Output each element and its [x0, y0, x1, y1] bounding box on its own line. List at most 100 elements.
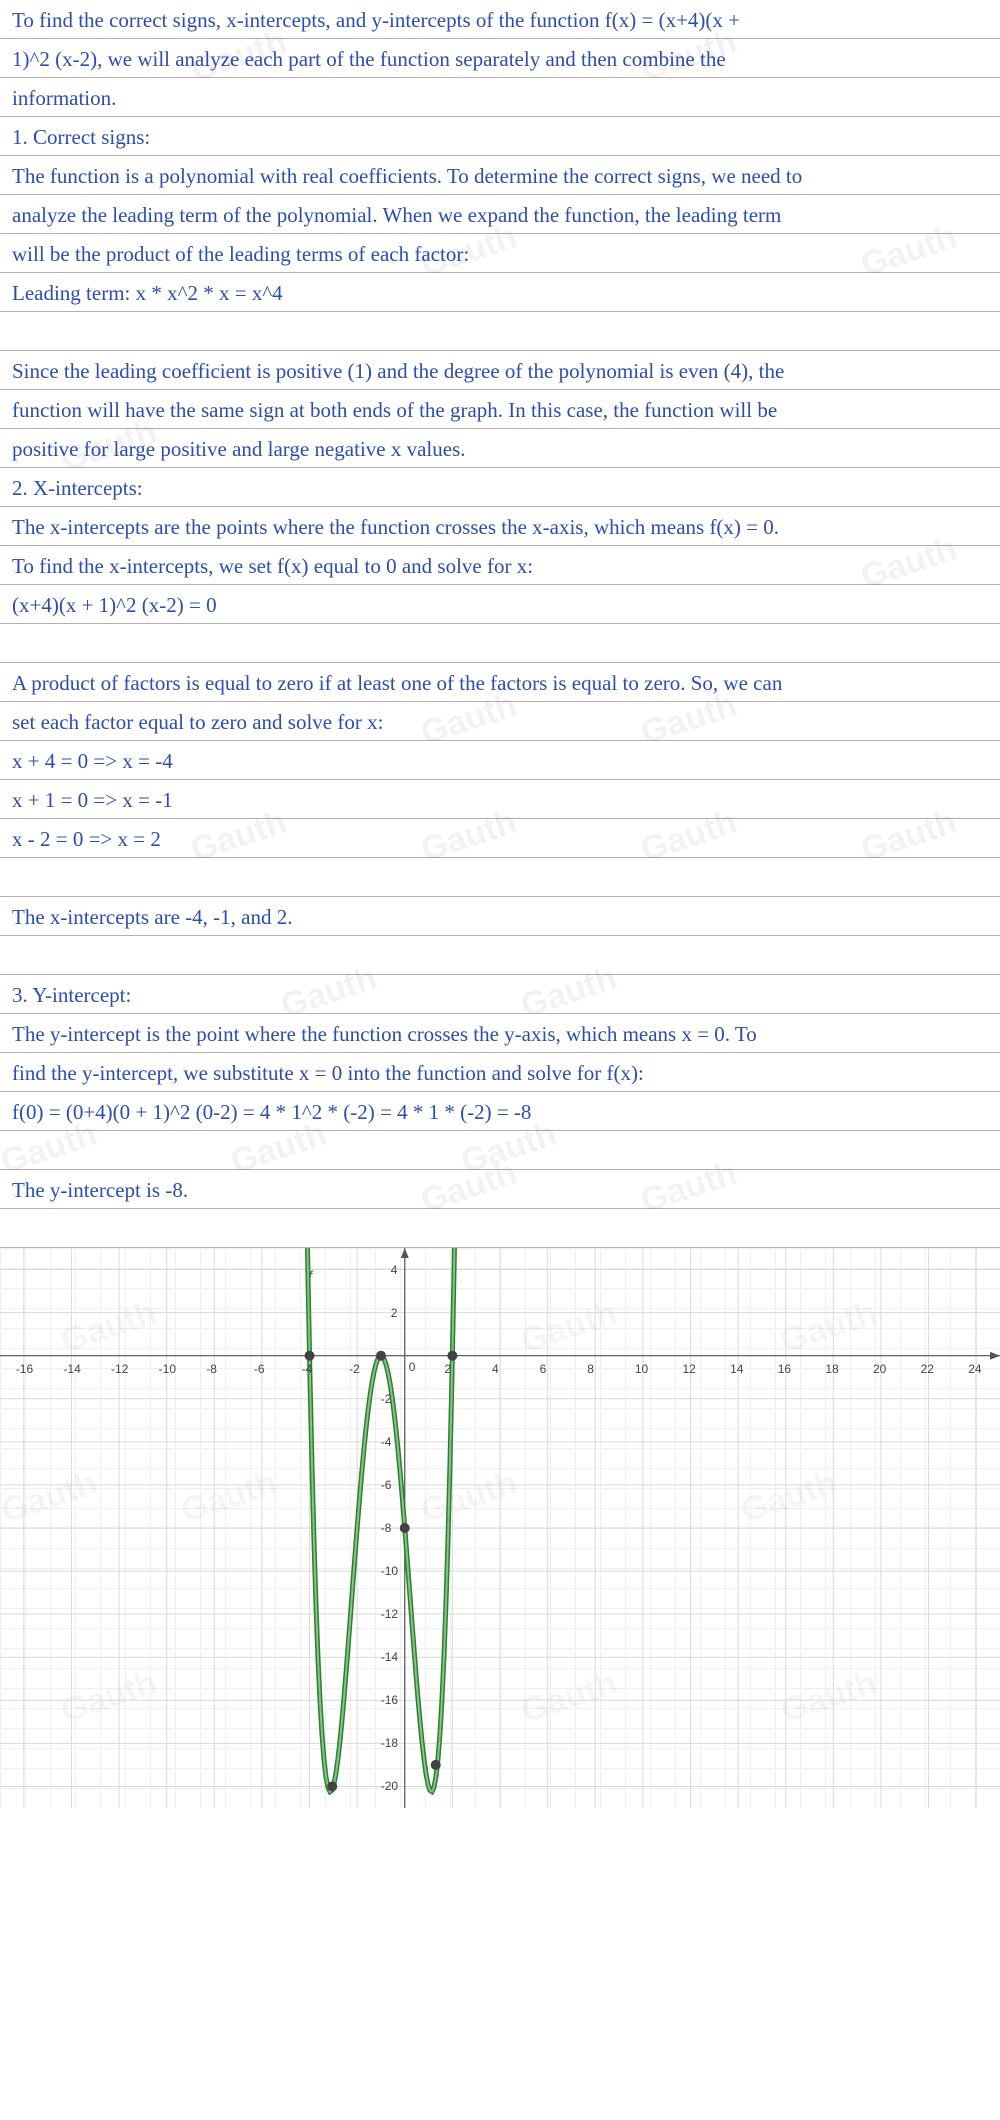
blank-line	[0, 858, 1000, 897]
text-line: The x-intercepts are the points where th…	[0, 507, 1000, 546]
line-text: x + 1 = 0 => x = -1	[12, 788, 173, 812]
text-line: The function is a polynomial with real c…	[0, 156, 1000, 195]
text-line: A product of factors is equal to zero if…	[0, 663, 1000, 702]
text-line: information.	[0, 78, 1000, 117]
text-line: The y-intercept is the point where the f…	[0, 1014, 1000, 1053]
line-text: positive for large positive and large ne…	[12, 437, 466, 461]
line-text: f(0) = (0+4)(0 + 1)^2 (0-2) = 4 * 1^2 * …	[12, 1100, 531, 1124]
y-tick-label: -14	[381, 1650, 398, 1664]
text-line: f(0) = (0+4)(0 + 1)^2 (0-2) = 4 * 1^2 * …	[0, 1092, 1000, 1131]
x-tick-label: 0	[409, 1360, 416, 1374]
marked-point	[431, 1760, 441, 1770]
x-tick-label: 22	[921, 1362, 934, 1376]
line-text: To find the x-intercepts, we set f(x) eq…	[12, 554, 533, 578]
line-text: The y-intercept is the point where the f…	[12, 1022, 757, 1046]
text-line: 1. Correct signs:	[0, 117, 1000, 156]
x-tick-label: -10	[159, 1362, 176, 1376]
handwriting-sheet: To find the correct signs, x-intercepts,…	[0, 0, 1000, 1248]
line-text: function will have the same sign at both…	[12, 398, 777, 422]
x-tick-label: -4	[302, 1362, 313, 1376]
line-text: x + 4 = 0 => x = -4	[12, 749, 173, 773]
line-text: The function is a polynomial with real c…	[12, 164, 802, 188]
line-text: Leading term: x * x^2 * x = x^4	[12, 281, 283, 305]
function-plot: Gauth Gauth Gauth Gauth Gauth Gauth Gaut…	[0, 1248, 1000, 1808]
text-line: To find the correct signs, x-intercepts,…	[0, 0, 1000, 39]
text-line: set each factor equal to zero and solve …	[0, 702, 1000, 741]
y-tick-label: -20	[381, 1779, 398, 1793]
x-tick-label: 2	[444, 1362, 451, 1376]
text-line: The x-intercepts are -4, -1, and 2.	[0, 897, 1000, 936]
line-text: 1. Correct signs:	[12, 125, 150, 149]
text-line: Leading term: x * x^2 * x = x^4	[0, 273, 1000, 312]
line-text: The x-intercepts are -4, -1, and 2.	[12, 905, 292, 929]
blank-line	[0, 312, 1000, 351]
x-tick-label: 16	[778, 1362, 791, 1376]
x-tick-label: 10	[635, 1362, 648, 1376]
line-text: The y-intercept is -8.	[12, 1178, 188, 1202]
line-text: 1)^2 (x-2), we will analyze each part of…	[12, 47, 726, 71]
y-tick-label: -10	[381, 1564, 398, 1578]
text-line: The y-intercept is -8. Gauth Gauth	[0, 1170, 1000, 1209]
x-tick-label: 12	[682, 1362, 695, 1376]
blank-line	[0, 1209, 1000, 1248]
y-tick-label: -6	[381, 1478, 392, 1492]
marked-point	[327, 1781, 337, 1791]
y-tick-label: 2	[391, 1306, 398, 1320]
x-tick-label: -14	[63, 1362, 80, 1376]
x-tick-label: 6	[540, 1362, 547, 1376]
x-tick-label: 4	[492, 1362, 499, 1376]
line-text: set each factor equal to zero and solve …	[12, 710, 383, 734]
x-tick-label: -12	[111, 1362, 128, 1376]
line-text: Since the leading coefficient is positiv…	[12, 359, 784, 383]
y-tick-label: -4	[381, 1435, 392, 1449]
x-tick-label: -8	[206, 1362, 217, 1376]
text-line: x + 1 = 0 => x = -1	[0, 780, 1000, 819]
blank-line	[0, 936, 1000, 975]
line-text: analyze the leading term of the polynomi…	[12, 203, 781, 227]
y-tick-label: -12	[381, 1607, 398, 1621]
y-tick-label: -18	[381, 1736, 398, 1750]
x-tick-label: -16	[16, 1362, 33, 1376]
text-line: 3. Y-intercept: Gauth Gauth	[0, 975, 1000, 1014]
text-line: 1)^2 (x-2), we will analyze each part of…	[0, 39, 1000, 78]
y-tick-label: -2	[381, 1392, 392, 1406]
x-tick-label: -6	[254, 1362, 265, 1376]
marked-point	[376, 1351, 386, 1361]
text-line: x + 4 = 0 => x = -4	[0, 741, 1000, 780]
line-text: find the y-intercept, we substitute x = …	[12, 1061, 644, 1085]
marked-point	[447, 1351, 457, 1361]
x-tick-label: 24	[968, 1362, 981, 1376]
line-text: A product of factors is equal to zero if…	[12, 671, 782, 695]
x-tick-label: 14	[730, 1362, 743, 1376]
x-tick-label: 8	[587, 1362, 594, 1376]
y-tick-label: -16	[381, 1693, 398, 1707]
line-text: To find the correct signs, x-intercepts,…	[12, 8, 740, 32]
text-line: x - 2 = 0 => x = 2 Gauth Gauth Gauth Gau…	[0, 819, 1000, 858]
text-line: Since the leading coefficient is positiv…	[0, 351, 1000, 390]
marked-point	[400, 1523, 410, 1533]
y-tick-label: -8	[381, 1521, 392, 1535]
line-text: information.	[12, 86, 116, 110]
plot-svg: f	[0, 1248, 1000, 1808]
y-tick-label: 4	[391, 1263, 398, 1277]
text-line: To find the x-intercepts, we set f(x) eq…	[0, 546, 1000, 585]
marked-point	[305, 1351, 315, 1361]
x-tick-label: 20	[873, 1362, 886, 1376]
x-tick-label: -2	[349, 1362, 360, 1376]
text-line: function will have the same sign at both…	[0, 390, 1000, 429]
line-text: will be the product of the leading terms…	[12, 242, 469, 266]
line-text: (x+4)(x + 1)^2 (x-2) = 0	[12, 593, 217, 617]
text-line: (x+4)(x + 1)^2 (x-2) = 0	[0, 585, 1000, 624]
text-line: positive for large positive and large ne…	[0, 429, 1000, 468]
text-line: 2. X-intercepts:	[0, 468, 1000, 507]
text-line: analyze the leading term of the polynomi…	[0, 195, 1000, 234]
line-text: The x-intercepts are the points where th…	[12, 515, 779, 539]
blank-line	[0, 624, 1000, 663]
line-text: 3. Y-intercept:	[12, 983, 131, 1007]
line-text: 2. X-intercepts:	[12, 476, 143, 500]
line-text: x - 2 = 0 => x = 2	[12, 827, 161, 851]
text-line: find the y-intercept, we substitute x = …	[0, 1053, 1000, 1092]
x-tick-label: 18	[825, 1362, 838, 1376]
text-line: will be the product of the leading terms…	[0, 234, 1000, 273]
blank-line: Gauth Gauth Gauth	[0, 1131, 1000, 1170]
